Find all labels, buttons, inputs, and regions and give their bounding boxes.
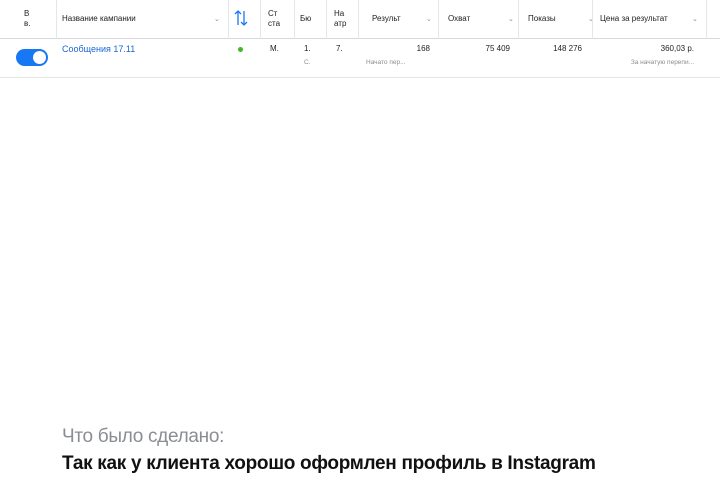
column-delivery-header[interactable]: В в. bbox=[20, 0, 40, 38]
cost-sub: За начатую перепи... bbox=[630, 59, 694, 66]
results-sub: Начато пер... bbox=[366, 59, 406, 66]
column-attribution-header[interactable]: На атр bbox=[330, 0, 358, 38]
results-value: 168 bbox=[416, 44, 430, 53]
column-cost-per-result-header[interactable]: Цена за результат bbox=[596, 0, 686, 38]
campaigns-table: В в. Название кампании ⌄ Ст ста Бю На ат… bbox=[0, 0, 720, 88]
campaign-name-link[interactable]: Сообщения 17.11 bbox=[62, 44, 135, 54]
chevron-down-icon[interactable]: ⌄ bbox=[692, 15, 698, 23]
column-reach-header[interactable]: Охват bbox=[444, 0, 508, 38]
status-dot bbox=[238, 47, 243, 52]
impressions-cell: 148 276 bbox=[553, 44, 582, 53]
toggle-knob bbox=[33, 51, 46, 64]
table-row-partial bbox=[0, 78, 720, 88]
chevron-down-icon[interactable]: ⌄ bbox=[508, 15, 514, 23]
column-results-header[interactable]: Результ bbox=[368, 0, 424, 38]
column-budget-header[interactable]: Бю bbox=[296, 0, 324, 38]
attribution-cell: 7. bbox=[336, 44, 343, 53]
section-caption: Что было сделано: bbox=[62, 426, 225, 447]
status-cell: М. bbox=[270, 44, 279, 53]
budget-cell: 1. С. bbox=[300, 40, 326, 78]
column-status-header[interactable]: Ст ста bbox=[264, 0, 294, 38]
article-lead: Так как у клиента хорошо оформлен профил… bbox=[62, 453, 596, 474]
budget-value: 1. bbox=[304, 44, 311, 53]
results-cell: 168 Начато пер... bbox=[362, 40, 434, 78]
cost-value: 360,03 р. bbox=[660, 44, 694, 53]
chevron-down-icon[interactable]: ⌄ bbox=[426, 15, 432, 23]
campaign-name-cell: Сообщения 17.11 bbox=[58, 40, 226, 78]
table-header: В в. Название кампании ⌄ Ст ста Бю На ат… bbox=[0, 0, 720, 39]
campaign-toggle[interactable] bbox=[16, 49, 48, 66]
column-impressions-header[interactable]: Показы bbox=[524, 0, 584, 38]
chevron-down-icon[interactable]: ⌄ bbox=[214, 15, 220, 23]
budget-sub: С. bbox=[304, 59, 311, 66]
cost-cell: 360,03 р. За начатую перепи... bbox=[594, 40, 698, 78]
sort-icon[interactable] bbox=[232, 8, 250, 28]
reach-cell: 75 409 bbox=[485, 44, 510, 53]
column-campaign-name-header[interactable]: Название кампании bbox=[58, 0, 208, 38]
